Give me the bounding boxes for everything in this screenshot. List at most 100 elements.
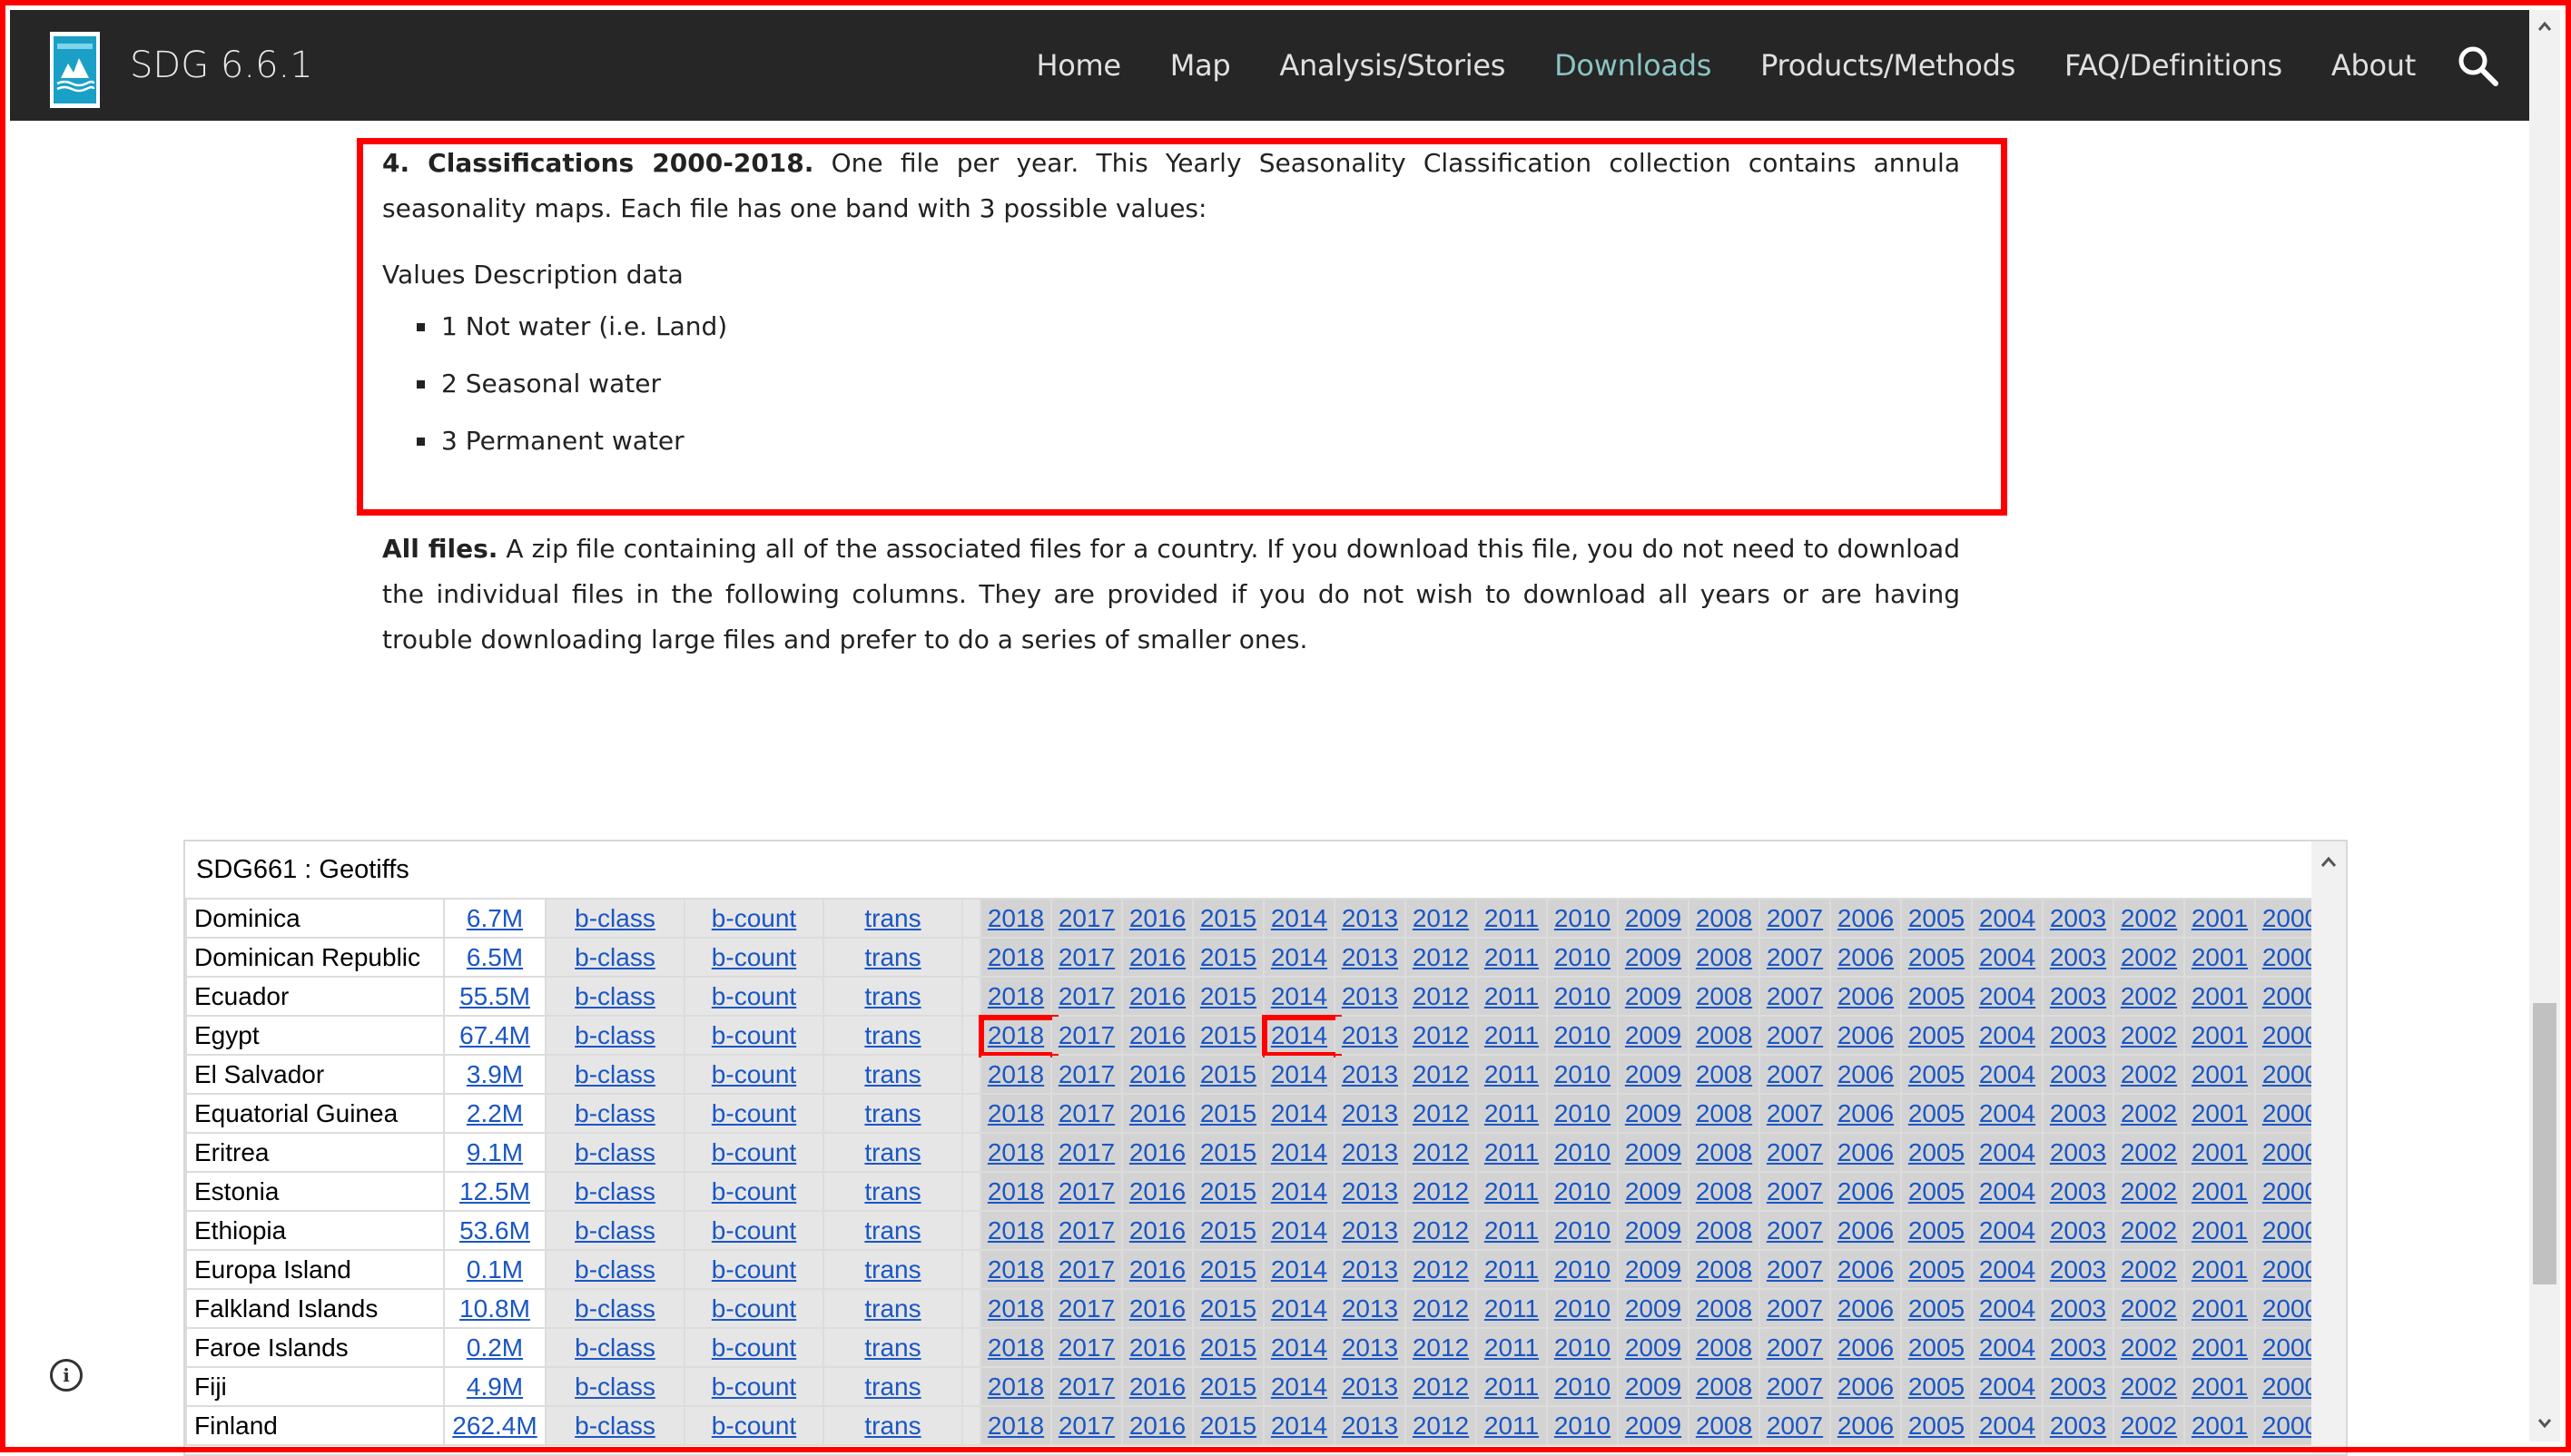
year-link[interactable]: 2002 bbox=[2121, 1294, 2177, 1323]
year-link[interactable]: 2016 bbox=[1129, 1412, 1186, 1440]
year-link[interactable]: 2001 bbox=[2192, 904, 2248, 932]
year-link[interactable]: 2002 bbox=[2121, 1372, 2177, 1401]
year-link[interactable]: 2007 bbox=[1767, 1099, 1823, 1127]
year-link[interactable]: 2009 bbox=[1625, 1255, 1681, 1284]
all-files-link[interactable]: 67.4M bbox=[459, 1021, 530, 1049]
year-link[interactable]: 2003 bbox=[2050, 982, 2106, 1010]
year-link[interactable]: 2005 bbox=[1908, 1138, 1965, 1166]
year-link[interactable]: 2015 bbox=[1200, 904, 1256, 932]
year-link[interactable]: 2010 bbox=[1554, 1177, 1611, 1205]
year-link[interactable]: 2013 bbox=[1342, 1216, 1398, 1244]
year-link[interactable]: 2008 bbox=[1696, 1333, 1752, 1362]
year-link[interactable]: 2006 bbox=[1837, 982, 1894, 1010]
year-link[interactable]: 2008 bbox=[1696, 1138, 1752, 1166]
year-link[interactable]: 2007 bbox=[1767, 1138, 1823, 1166]
year-link[interactable]: 2001 bbox=[2192, 1021, 2248, 1049]
year-link[interactable]: 2004 bbox=[1979, 1255, 2035, 1284]
trans-link[interactable]: trans bbox=[864, 1177, 921, 1205]
year-link[interactable]: 2011 bbox=[1484, 1372, 1539, 1401]
year-link[interactable]: 2012 bbox=[1413, 904, 1469, 932]
year-link[interactable]: 2004 bbox=[1979, 1294, 2035, 1323]
year-link[interactable]: 2008 bbox=[1696, 1255, 1752, 1284]
year-link[interactable]: 2017 bbox=[1059, 982, 1115, 1010]
site-title[interactable]: SDG 6.6.1 bbox=[130, 10, 313, 121]
year-link[interactable]: 2003 bbox=[2050, 943, 2106, 971]
year-link[interactable]: 2009 bbox=[1625, 1333, 1681, 1362]
year-link[interactable]: 2016 bbox=[1129, 1138, 1186, 1166]
year-link[interactable]: 2003 bbox=[2050, 1216, 2106, 1244]
year-link[interactable]: 2014 bbox=[1271, 943, 1327, 971]
year-link[interactable]: 2015 bbox=[1200, 1060, 1256, 1088]
b-count-link[interactable]: b-count bbox=[712, 1099, 796, 1127]
year-link[interactable]: 2011 bbox=[1484, 1138, 1539, 1166]
year-link[interactable]: 2011 bbox=[1484, 1412, 1539, 1440]
year-link[interactable]: 2013 bbox=[1342, 1060, 1398, 1088]
year-link[interactable]: 2013 bbox=[1342, 1138, 1398, 1166]
trans-link[interactable]: trans bbox=[864, 1412, 921, 1440]
year-link[interactable]: 2010 bbox=[1554, 1099, 1611, 1127]
nav-home[interactable]: Home bbox=[1036, 48, 1121, 83]
year-link[interactable]: 2015 bbox=[1200, 1021, 1256, 1049]
year-link[interactable]: 2018 bbox=[988, 1372, 1044, 1401]
year-link[interactable]: 2014 bbox=[1271, 1216, 1327, 1244]
b-count-link[interactable]: b-count bbox=[712, 1216, 796, 1244]
year-link[interactable]: 2007 bbox=[1767, 1177, 1823, 1205]
year-link[interactable]: 2016 bbox=[1129, 943, 1186, 971]
year-link[interactable]: 2014 bbox=[1271, 1177, 1327, 1205]
year-link[interactable]: 2003 bbox=[2050, 1099, 2106, 1127]
year-link[interactable]: 2010 bbox=[1554, 904, 1611, 932]
year-link[interactable]: 2009 bbox=[1625, 1216, 1681, 1244]
year-link[interactable]: 2013 bbox=[1342, 904, 1398, 932]
year-link[interactable]: 2004 bbox=[1979, 982, 2035, 1010]
all-files-link[interactable]: 2.2M bbox=[467, 1099, 523, 1127]
year-link[interactable]: 2008 bbox=[1696, 943, 1752, 971]
year-link[interactable]: 2006 bbox=[1837, 1216, 1894, 1244]
year-link[interactable]: 2014 bbox=[1271, 1294, 1327, 1323]
all-files-link[interactable]: 55.5M bbox=[459, 982, 530, 1010]
year-link[interactable]: 2007 bbox=[1767, 904, 1823, 932]
year-link[interactable]: 2003 bbox=[2050, 1138, 2106, 1166]
year-link[interactable]: 2018 bbox=[988, 1021, 1044, 1049]
year-link[interactable]: 2002 bbox=[2121, 1412, 2177, 1440]
year-link[interactable]: 2006 bbox=[1837, 1138, 1894, 1166]
year-link[interactable]: 2003 bbox=[2050, 1177, 2106, 1205]
year-link[interactable]: 2014 bbox=[1271, 904, 1327, 932]
year-link[interactable]: 2001 bbox=[2192, 1177, 2248, 1205]
b-class-link[interactable]: b-class bbox=[575, 1177, 655, 1205]
year-link[interactable]: 2011 bbox=[1484, 943, 1539, 971]
year-link[interactable]: 2002 bbox=[2121, 1138, 2177, 1166]
year-link[interactable]: 2002 bbox=[2121, 1021, 2177, 1049]
year-link[interactable]: 2001 bbox=[2192, 1138, 2248, 1166]
year-link[interactable]: 2000 bbox=[2262, 1412, 2319, 1440]
year-link[interactable]: 2003 bbox=[2050, 1294, 2106, 1323]
b-count-link[interactable]: b-count bbox=[712, 1021, 796, 1049]
trans-link[interactable]: trans bbox=[864, 982, 921, 1010]
year-link[interactable]: 2005 bbox=[1908, 1255, 1965, 1284]
year-link[interactable]: 2015 bbox=[1200, 1372, 1256, 1401]
year-link[interactable]: 2010 bbox=[1554, 1216, 1611, 1244]
year-link[interactable]: 2008 bbox=[1696, 1021, 1752, 1049]
year-link[interactable]: 2001 bbox=[2192, 982, 2248, 1010]
year-link[interactable]: 2000 bbox=[2262, 943, 2319, 971]
all-files-link[interactable]: 4.9M bbox=[467, 1372, 523, 1401]
year-link[interactable]: 2017 bbox=[1059, 1021, 1115, 1049]
year-link[interactable]: 2005 bbox=[1908, 904, 1965, 932]
year-link[interactable]: 2000 bbox=[2262, 1216, 2319, 1244]
all-files-link[interactable]: 53.6M bbox=[459, 1216, 530, 1244]
all-files-link[interactable]: 9.1M bbox=[467, 1138, 523, 1166]
year-link[interactable]: 2000 bbox=[2262, 1333, 2319, 1362]
year-link[interactable]: 2011 bbox=[1484, 1255, 1539, 1284]
year-link[interactable]: 2008 bbox=[1696, 1412, 1752, 1440]
year-link[interactable]: 2012 bbox=[1413, 1138, 1469, 1166]
year-link[interactable]: 2013 bbox=[1342, 1021, 1398, 1049]
year-link[interactable]: 2008 bbox=[1696, 1372, 1752, 1401]
year-link[interactable]: 2007 bbox=[1767, 982, 1823, 1010]
year-link[interactable]: 2005 bbox=[1908, 1099, 1965, 1127]
scrollbar-thumb[interactable] bbox=[2533, 1003, 2556, 1284]
nav-downloads[interactable]: Downloads bbox=[1554, 48, 1711, 83]
b-count-link[interactable]: b-count bbox=[712, 1372, 796, 1401]
year-link[interactable]: 2017 bbox=[1059, 1099, 1115, 1127]
year-link[interactable]: 2002 bbox=[2121, 1255, 2177, 1284]
year-link[interactable]: 2001 bbox=[2192, 1216, 2248, 1244]
year-link[interactable]: 2006 bbox=[1837, 1099, 1894, 1127]
